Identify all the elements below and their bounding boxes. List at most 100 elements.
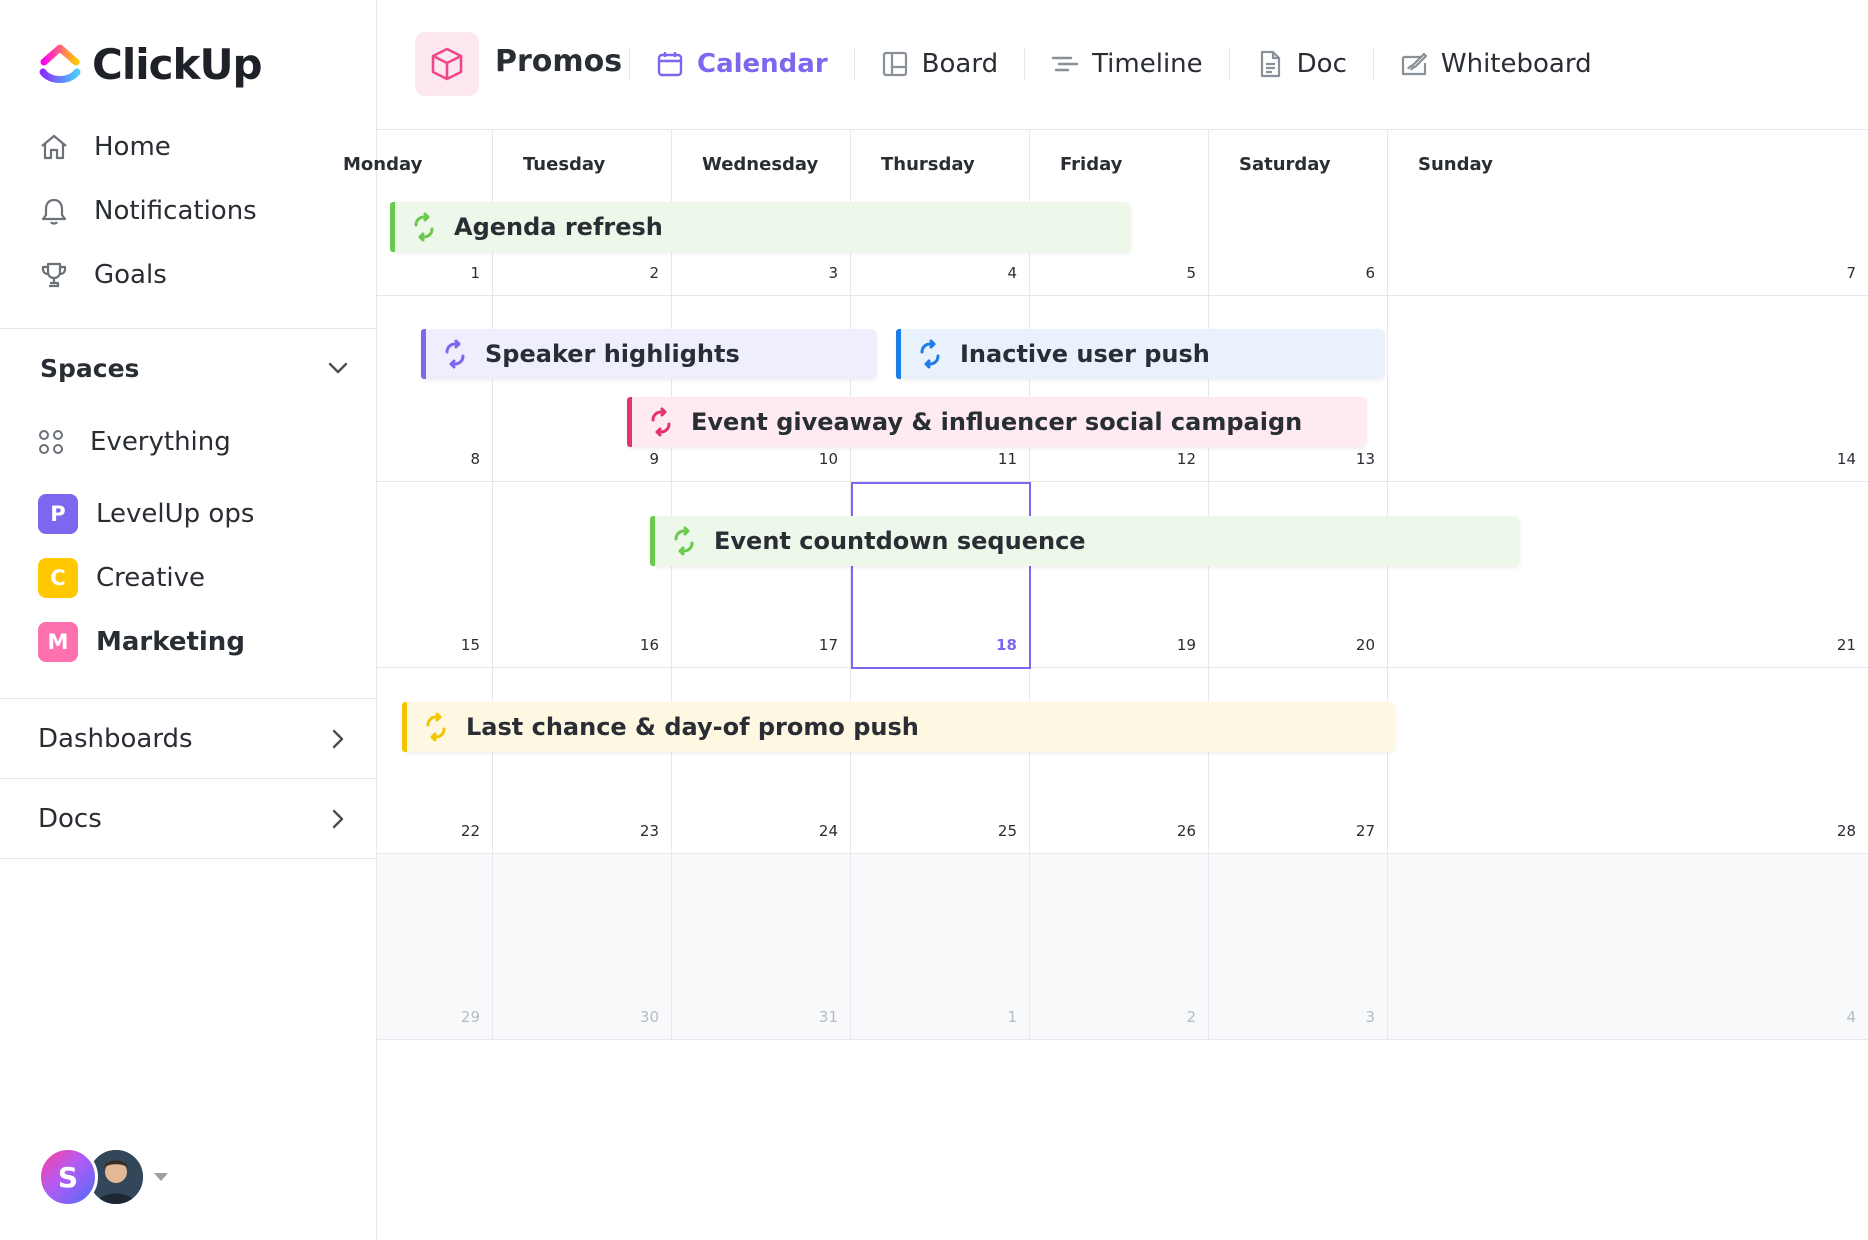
day-cell[interactable]: 21 <box>1388 482 1868 668</box>
tab-label: Calendar <box>697 49 828 79</box>
dashboards-section[interactable]: Dashboards <box>38 699 348 779</box>
day-cell[interactable]: 9 <box>493 296 672 482</box>
today-highlight <box>851 482 1031 669</box>
event-color-bar <box>650 516 655 566</box>
day-cell[interactable]: 27 <box>1209 668 1388 854</box>
day-cell[interactable]: Sunday 7 <box>1388 130 1868 296</box>
day-cell[interactable]: 2 <box>1030 854 1209 1040</box>
board-icon <box>882 51 907 77</box>
docs-label: Docs <box>38 804 102 834</box>
day-number: 1 <box>470 264 480 282</box>
nav-home[interactable]: Home <box>38 115 358 179</box>
day-cell[interactable]: 3 <box>1209 854 1388 1040</box>
day-number: 10 <box>818 450 838 468</box>
space-badge: P <box>38 494 78 534</box>
calendar-event[interactable]: Speaker highlights <box>421 329 877 379</box>
day-cell[interactable]: Saturday 6 <box>1209 130 1388 296</box>
day-cell[interactable]: 1 <box>851 854 1030 1040</box>
calendar-event[interactable]: Inactive user push <box>896 329 1385 379</box>
home-icon <box>41 134 67 160</box>
tab-label: Whiteboard <box>1440 49 1592 79</box>
spaces-header[interactable]: Spaces <box>40 346 350 390</box>
tab-timeline[interactable]: Timeline <box>1024 36 1229 92</box>
space-badge: M <box>38 622 78 662</box>
calendar-grid: Monday 1 Tuesday 2 Wednesday 3 Thursday 4 Friday… <box>343 130 1868 1240</box>
day-cell[interactable]: 19 <box>1030 482 1209 668</box>
caret-down-icon[interactable] <box>154 1173 168 1181</box>
day-number: 14 <box>1836 450 1856 468</box>
nav-goals[interactable]: Goals <box>38 243 358 307</box>
day-cell[interactable]: 26 <box>1030 668 1209 854</box>
day-name: Monday <box>343 154 423 175</box>
day-cell[interactable]: 30 <box>493 854 672 1040</box>
day-cell[interactable]: 15 <box>377 482 493 668</box>
calendar-event[interactable]: Event countdown sequence <box>650 516 1520 566</box>
day-cell[interactable]: 10 <box>672 296 851 482</box>
event-title: Last chance & day-of promo push <box>466 713 919 741</box>
day-cell[interactable]: 29 <box>377 854 493 1040</box>
day-number: 28 <box>1836 822 1856 840</box>
list-icon <box>415 32 479 96</box>
week-row: 22 23 24 25 26 27 28 <box>377 668 1868 854</box>
chevron-down-icon[interactable] <box>326 356 350 380</box>
event-color-bar <box>390 202 395 252</box>
day-number: 3 <box>1365 1008 1375 1026</box>
day-number: 4 <box>1007 264 1017 282</box>
space-marketing[interactable]: M Marketing <box>38 610 358 674</box>
event-title: Event countdown sequence <box>714 527 1086 555</box>
day-cell[interactable]: 20 <box>1209 482 1388 668</box>
space-creative[interactable]: C Creative <box>38 546 358 610</box>
timeline-icon <box>1051 56 1079 72</box>
space-label: Marketing <box>96 627 245 657</box>
tab-whiteboard[interactable]: Whiteboard <box>1372 36 1618 92</box>
space-everything-label: Everything <box>90 427 231 457</box>
nav-notifications[interactable]: Notifications <box>38 179 358 243</box>
sidebar: ClickUp Home Notifications Goals Spaces … <box>0 0 377 1240</box>
docs-section[interactable]: Docs <box>38 779 348 859</box>
event-color-bar <box>627 397 632 447</box>
trophy-icon <box>41 262 67 288</box>
day-cell[interactable]: 16 <box>493 482 672 668</box>
tab-board[interactable]: Board <box>853 36 1024 92</box>
event-title: Event giveaway & influencer social campa… <box>691 408 1303 436</box>
day-cell[interactable]: 23 <box>493 668 672 854</box>
clickup-logo[interactable]: ClickUp <box>38 39 263 89</box>
day-cell[interactable]: 8 <box>377 296 493 482</box>
calendar-event[interactable]: Last chance & day-of promo push <box>402 702 1395 752</box>
day-cell[interactable]: 17 <box>672 482 851 668</box>
day-cell[interactable]: 12 <box>1030 296 1209 482</box>
tab-calendar[interactable]: Calendar <box>629 36 854 92</box>
day-cell[interactable]: 11 <box>851 296 1030 482</box>
calendar-event[interactable]: Agenda refresh <box>390 202 1131 252</box>
user-menu[interactable]: S <box>38 1146 168 1208</box>
brand-name: ClickUp <box>92 39 263 89</box>
day-number: 6 <box>1365 264 1375 282</box>
calendar-event[interactable]: Event giveaway & influencer social campa… <box>627 397 1367 447</box>
space-levelup-ops[interactable]: P LevelUp ops <box>38 482 358 546</box>
day-cell[interactable]: 28 <box>1388 668 1868 854</box>
day-cell[interactable]: 14 <box>1388 296 1868 482</box>
tab-doc[interactable]: Doc <box>1228 36 1373 92</box>
day-number: 7 <box>1846 264 1856 282</box>
day-cell[interactable]: 25 <box>851 668 1030 854</box>
avatar[interactable]: S <box>38 1147 98 1207</box>
week-row: 29 30 31 1 2 3 4 <box>377 854 1868 1040</box>
day-number: 2 <box>1186 1008 1196 1026</box>
day-cell[interactable]: 31 <box>672 854 851 1040</box>
day-number: 29 <box>460 1008 480 1026</box>
event-title: Agenda refresh <box>454 213 663 241</box>
tab-label: Timeline <box>1092 49 1203 79</box>
day-cell[interactable]: 13 <box>1209 296 1388 482</box>
view-tabs: Calendar Board Timeline Doc Whiteboard <box>629 36 1618 92</box>
whiteboard-icon <box>1401 52 1427 76</box>
day-number: 2 <box>649 264 659 282</box>
event-color-bar <box>402 702 407 752</box>
day-cell[interactable]: 22 <box>377 668 493 854</box>
day-name: Wednesday <box>702 154 819 175</box>
clickup-logo-icon <box>39 44 81 83</box>
day-name: Tuesday <box>523 154 606 175</box>
day-number: 12 <box>1176 450 1196 468</box>
day-cell[interactable]: 4 <box>1388 854 1868 1040</box>
day-cell[interactable]: 24 <box>672 668 851 854</box>
space-everything[interactable]: Everything <box>38 410 358 474</box>
